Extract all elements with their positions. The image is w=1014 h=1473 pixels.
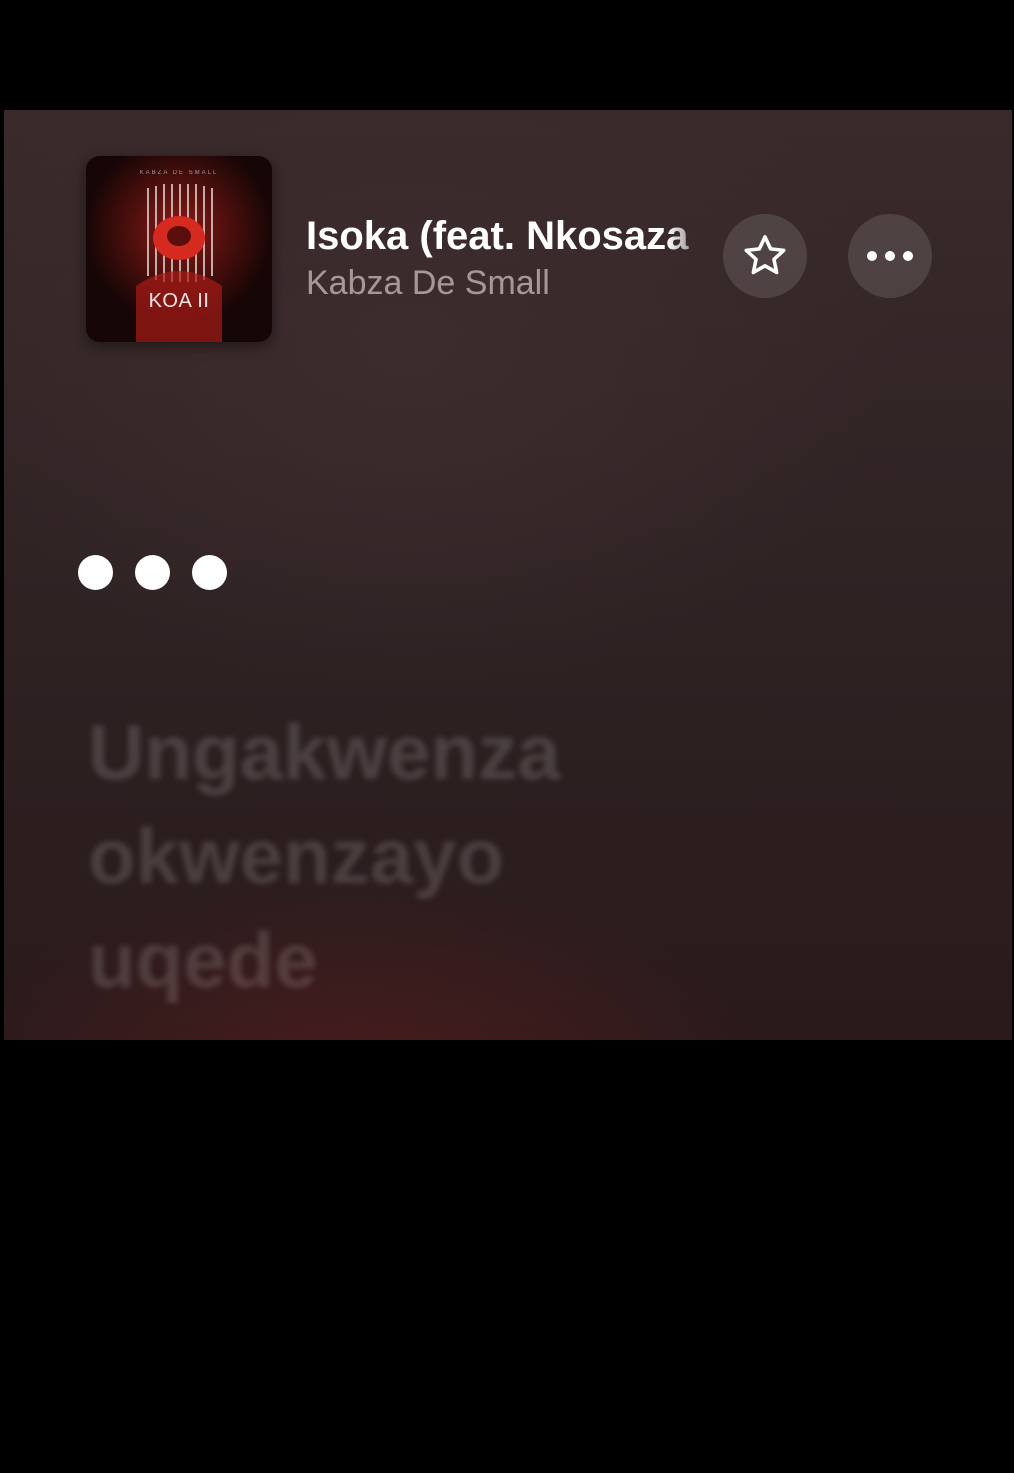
album-artwork-caption: KABZA DE SMALL xyxy=(139,170,219,176)
favorite-button[interactable] xyxy=(723,214,807,298)
lyric-line[interactable]: okwenzayo xyxy=(88,804,728,908)
lyrics-lines: Ungakwenza okwenzayo uqede xyxy=(88,700,728,1012)
now-playing-lyrics-panel: KABZA DE SMALL KOA II Isoka (feat. Nkosa… xyxy=(4,110,1012,1040)
track-title[interactable]: Isoka (feat. Nkosaza xyxy=(306,214,716,259)
album-artwork-graphic xyxy=(86,156,272,342)
lyric-line[interactable]: Ungakwenza xyxy=(88,700,728,804)
star-icon xyxy=(744,235,786,275)
album-artwork-title: KOA II xyxy=(148,290,210,312)
ellipsis-icon xyxy=(867,251,913,261)
lyrics-instrumental-indicator xyxy=(78,555,227,590)
app-frame: KABZA DE SMALL KOA II Isoka (feat. Nkosa… xyxy=(0,0,1014,1473)
lyric-line[interactable]: uqede xyxy=(88,908,728,1012)
track-artist[interactable]: Kabza De Small xyxy=(306,264,550,303)
album-artwork[interactable]: KABZA DE SMALL KOA II xyxy=(86,156,272,342)
more-options-button[interactable] xyxy=(848,214,932,298)
